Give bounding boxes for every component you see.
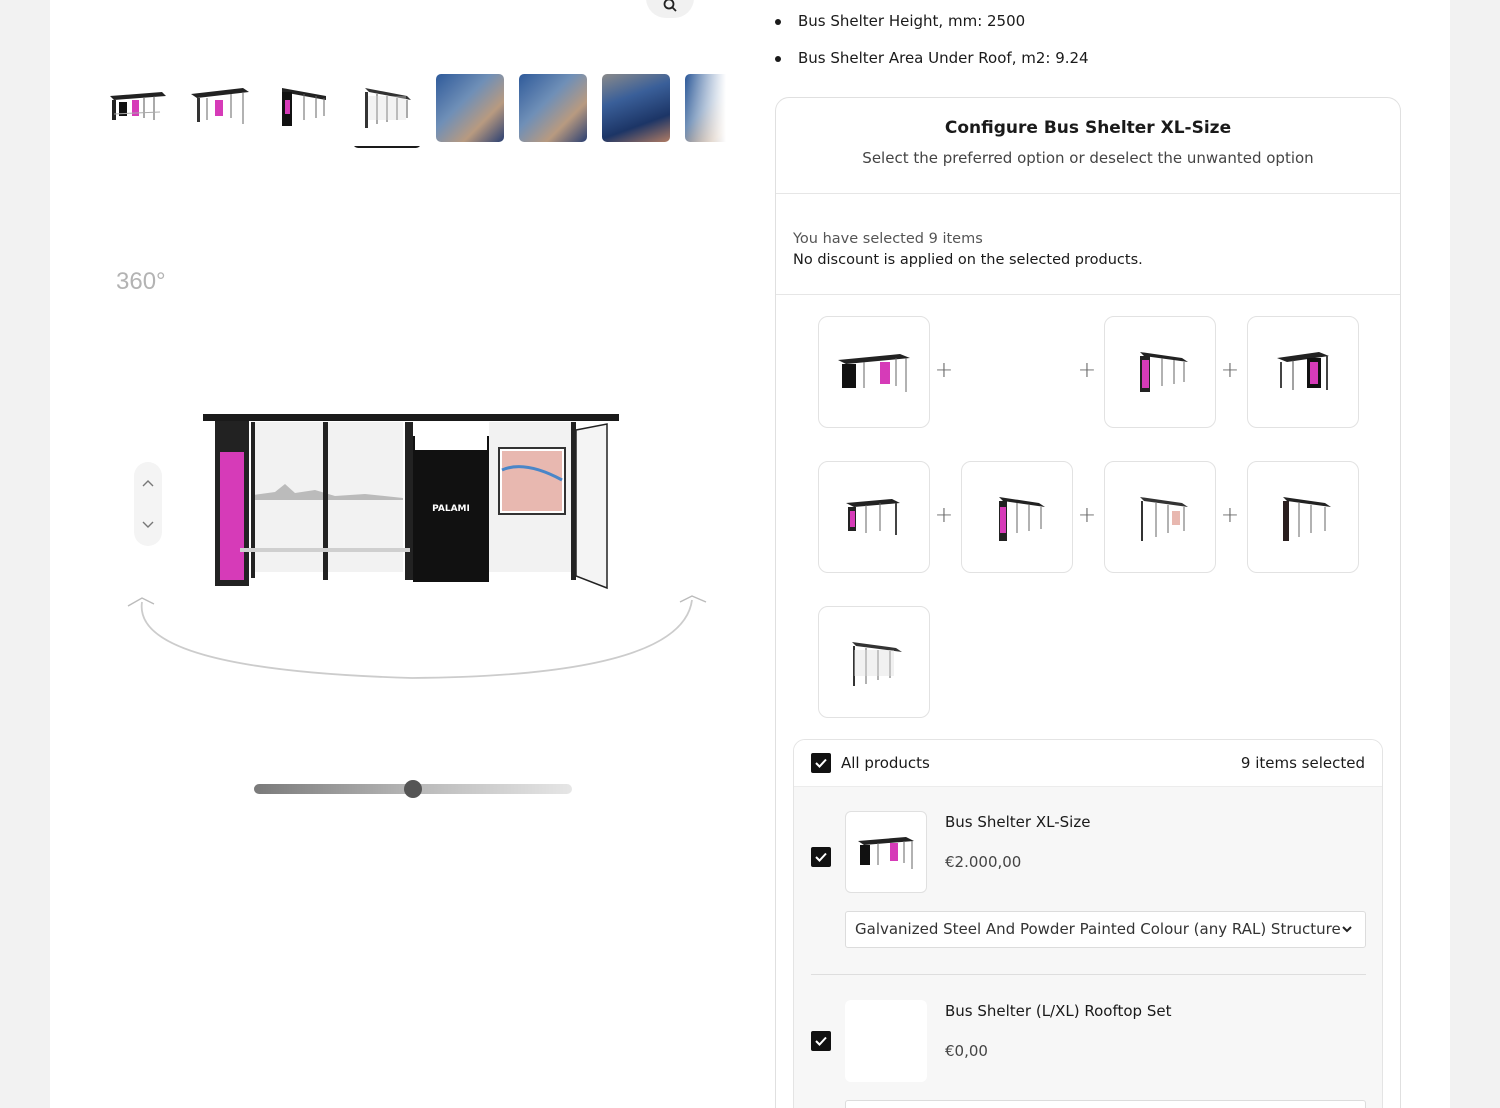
shelter-360-view[interactable]: PALAMI	[195, 400, 635, 600]
chevron-down-icon	[1342, 926, 1352, 933]
product-page: 360° PALAMI Bus Shelter Height, mm: 2500	[50, 0, 1450, 1108]
product-option-select[interactable]	[845, 1100, 1366, 1108]
shelter-render-icon	[1140, 352, 1188, 392]
bundle-tile[interactable]	[818, 606, 930, 718]
discount-text: No discount is applied on the selected p…	[793, 252, 1143, 268]
gallery-photo-thumbnail[interactable]	[602, 74, 670, 142]
configurator-title: Configure Bus Shelter XL-Size	[944, 118, 1232, 138]
all-products-label: All products	[841, 754, 930, 772]
rotation-slider-handle[interactable]	[404, 780, 422, 798]
label-360: 360°	[116, 268, 166, 295]
bundle-tile[interactable]	[961, 461, 1073, 573]
shelter-render-icon	[846, 499, 900, 535]
items-selected-count: 9 items selected	[1240, 754, 1365, 772]
plus-sign: +	[934, 503, 954, 528]
viewer-brand-text: PALAMI	[432, 504, 470, 514]
chevron-down-icon[interactable]	[142, 518, 154, 530]
product-option-value: Galvanized Steel And Powder Painted Colo…	[855, 920, 1341, 938]
configurator-panel: Configure Bus Shelter XL-Size Select the…	[775, 97, 1401, 1108]
product-price: €0,00	[945, 1042, 988, 1060]
shelter-render-icon	[852, 642, 902, 686]
product-list: All products 9 items selected Bus Shelte…	[793, 739, 1383, 1108]
plus-sign: +	[1220, 503, 1240, 528]
product-row: Bus Shelter XL-Size €2.000,00 Galvanized…	[811, 811, 1366, 981]
plus-sign: +	[1220, 358, 1240, 383]
gallery-thumbnail[interactable]	[104, 74, 172, 142]
shelter-render-icon	[1277, 352, 1329, 390]
product-image[interactable]	[845, 811, 927, 893]
configurator-header: Configure Bus Shelter XL-Size Select the…	[776, 98, 1400, 194]
product-checkbox[interactable]	[811, 847, 831, 867]
plus-sign: +	[1077, 503, 1097, 528]
gallery-thumbnail[interactable]	[270, 74, 338, 142]
gallery-photo-thumbnail[interactable]	[436, 74, 504, 142]
shelter-render-icon	[110, 92, 166, 120]
configurator-subtitle: Select the preferred option or deselect …	[862, 149, 1314, 167]
shelter-render-icon	[999, 497, 1045, 541]
gallery-photo-thumbnail[interactable]	[685, 74, 726, 142]
check-icon	[815, 758, 827, 768]
rotate-orbit-guide	[127, 595, 707, 679]
gallery-thumbnail[interactable]	[187, 74, 255, 142]
chevron-up-icon[interactable]	[142, 478, 154, 490]
product-image-photo[interactable]	[845, 1000, 927, 1082]
bundle-tile[interactable]	[818, 316, 930, 428]
spec-item: Bus Shelter Height, mm: 2500	[775, 10, 1089, 47]
bundle-tile-photo[interactable]	[961, 316, 1073, 428]
shelter-render-icon	[858, 837, 914, 869]
product-price: €2.000,00	[945, 853, 1022, 871]
thumbnail-strip	[104, 74, 726, 150]
shelter-render-icon	[1140, 497, 1188, 541]
product-name[interactable]: Bus Shelter (L/XL) Rooftop Set	[945, 1002, 1171, 1020]
selected-count-text: You have selected 9 items	[793, 231, 983, 247]
all-products-row[interactable]: All products 9 items selected	[794, 740, 1382, 787]
bundle-tile[interactable]	[1104, 316, 1216, 428]
product-list-body: Bus Shelter XL-Size €2.000,00 Galvanized…	[794, 787, 1382, 1108]
zoom-button[interactable]	[646, 0, 694, 18]
check-icon	[815, 852, 827, 862]
product-divider	[811, 974, 1366, 975]
shelter-render-icon	[282, 88, 326, 126]
spec-list: Bus Shelter Height, mm: 2500 Bus Shelter…	[775, 10, 1089, 84]
plus-sign: +	[1077, 358, 1097, 383]
bundle-tile[interactable]	[1247, 461, 1359, 573]
shelter-render-icon	[365, 88, 411, 128]
gallery-thumbnail-active[interactable]	[353, 74, 421, 148]
all-products-checkbox[interactable]	[811, 753, 831, 773]
rotation-slider[interactable]	[254, 780, 572, 798]
plus-sign: +	[934, 358, 954, 383]
bundle-tile[interactable]	[1247, 316, 1359, 428]
shelter-render-icon	[838, 354, 910, 392]
spec-item: Bus Shelter Area Under Roof, m2: 9.24	[775, 47, 1089, 84]
product-checkbox[interactable]	[811, 1031, 831, 1051]
product-option-select[interactable]: Galvanized Steel And Powder Painted Colo…	[845, 911, 1366, 948]
search-icon	[663, 0, 677, 12]
vertical-rotate-control[interactable]	[134, 462, 162, 546]
product-name[interactable]: Bus Shelter XL-Size	[945, 813, 1090, 831]
shelter-render-icon	[1283, 497, 1331, 541]
shelter-render-icon	[191, 88, 249, 124]
gallery-photo-thumbnail[interactable]	[519, 74, 587, 142]
check-icon	[815, 1036, 827, 1046]
bundle-tile[interactable]	[1104, 461, 1216, 573]
bundle-grid: + + + + + +	[818, 316, 1378, 718]
product-row: Bus Shelter (L/XL) Rooftop Set €0,00	[811, 1000, 1366, 1108]
selection-summary: You have selected 9 items No discount is…	[776, 194, 1400, 295]
bundle-tile[interactable]	[818, 461, 930, 573]
